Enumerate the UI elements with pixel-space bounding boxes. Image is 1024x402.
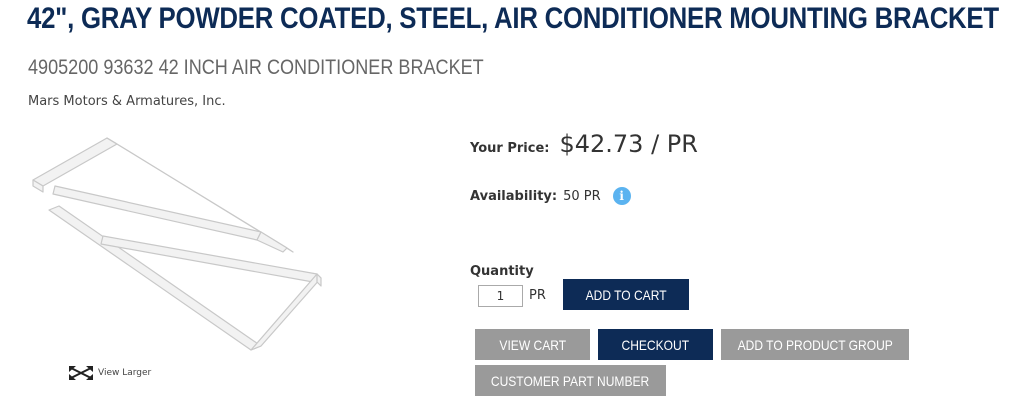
add-to-product-group-button[interactable]: ADD TO PRODUCT GROUP <box>721 329 909 360</box>
expand-arrows-icon <box>69 366 93 380</box>
customer-part-number-button[interactable]: CUSTOMER PART NUMBER <box>475 365 666 396</box>
price-value: $42.73 / PR <box>559 130 698 158</box>
view-larger-link[interactable]: View Larger <box>68 365 151 381</box>
quantity-unit: PR <box>529 288 546 303</box>
add-to-cart-button[interactable]: ADD TO CART <box>563 279 689 310</box>
product-title: 42", GRAY POWDER COATED, STEEL, AIR COND… <box>27 2 999 35</box>
view-cart-label: VIEW CART <box>499 336 566 353</box>
vendor-name: Mars Motors & Armatures, Inc. <box>28 94 226 109</box>
availability-value: 50 PR <box>563 188 601 204</box>
availability-row: Availability: 50 PR i <box>470 187 631 205</box>
bracket-illustration <box>32 137 322 351</box>
product-subtitle: 4905200 93632 42 INCH AIR CONDITIONER BR… <box>28 56 484 79</box>
add-to-cart-label: ADD TO CART <box>585 286 667 303</box>
quantity-label: Quantity <box>470 264 534 279</box>
view-cart-button[interactable]: VIEW CART <box>475 329 590 360</box>
product-image[interactable] <box>25 128 335 358</box>
checkout-label: CHECKOUT <box>621 336 690 353</box>
customer-part-number-label: CUSTOMER PART NUMBER <box>491 372 650 389</box>
price-label: Your Price: <box>470 141 550 156</box>
quantity-input[interactable] <box>478 285 523 307</box>
view-larger-label: View Larger <box>98 368 152 378</box>
checkout-button[interactable]: CHECKOUT <box>598 329 713 360</box>
price-row: Your Price: $42.73 / PR <box>470 130 698 158</box>
add-to-product-group-label: ADD TO PRODUCT GROUP <box>737 336 893 353</box>
availability-label: Availability: <box>470 188 558 204</box>
info-icon[interactable]: i <box>612 187 631 205</box>
